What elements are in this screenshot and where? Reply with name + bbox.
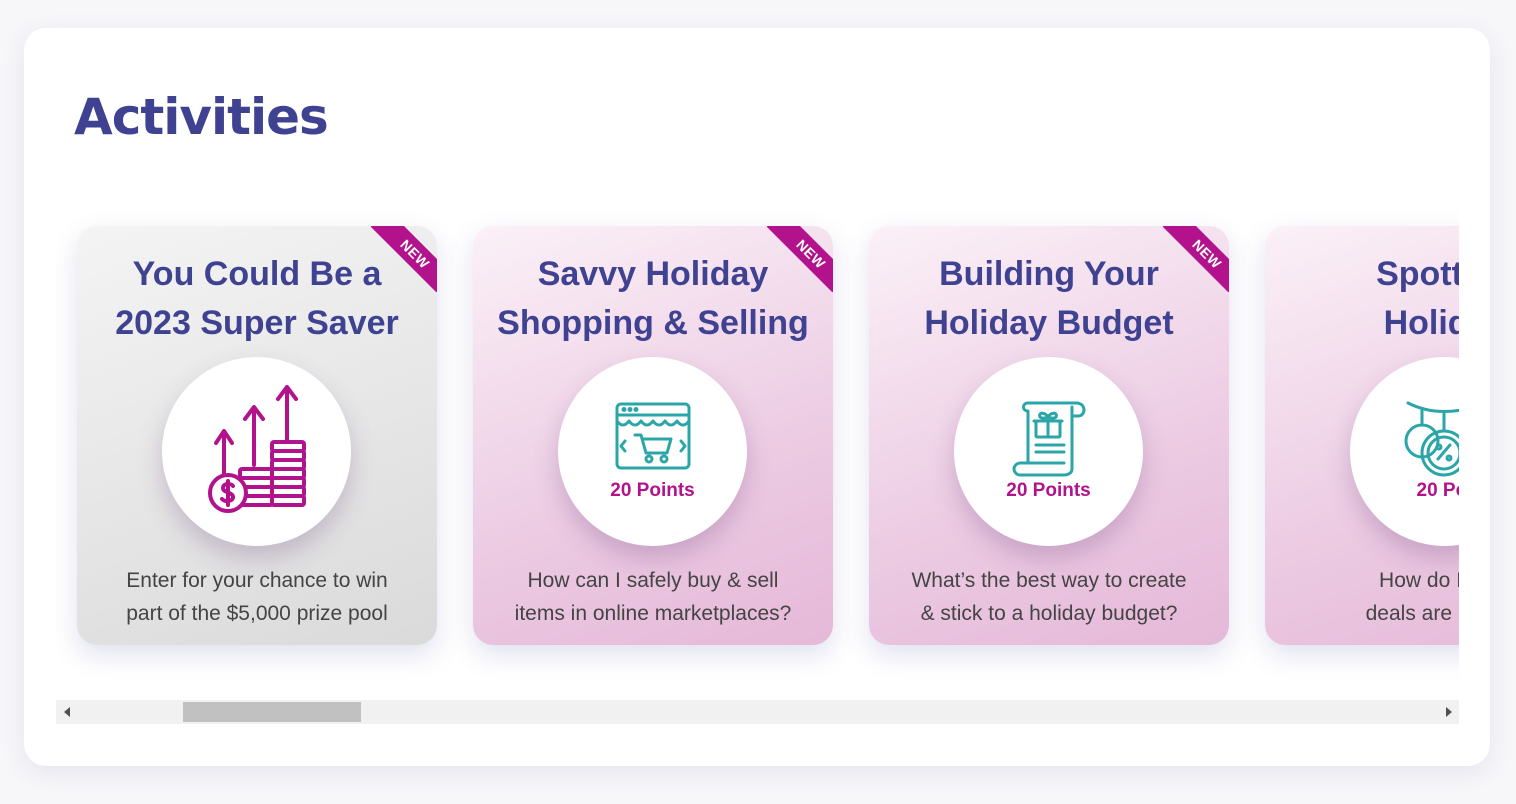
card-description: How can I safely buy & sell items in onl… xyxy=(473,564,833,630)
new-badge-label: NEW xyxy=(1163,226,1229,292)
card-description-line: How do I tell if xyxy=(1379,569,1459,592)
activity-icon-circle xyxy=(162,357,351,546)
card-title-line: Spotting xyxy=(1376,255,1459,293)
online-store-cart-icon xyxy=(615,402,691,470)
card-description-line: deals are really s xyxy=(1365,602,1459,625)
scroll-left-arrow-icon[interactable] xyxy=(56,700,78,724)
activity-card-super-saver[interactable]: You Could Be a 2023 Super Saver NEW Ente… xyxy=(77,226,437,645)
card-description: What’s the best way to create & stick to… xyxy=(869,564,1229,630)
points-label: 20 Points xyxy=(1006,480,1091,501)
card-description: Enter for your chance to win part of the… xyxy=(77,564,437,630)
activity-card-savvy-shopping[interactable]: Savvy Holiday Shopping & Selling NEW 20 … xyxy=(473,226,833,645)
card-title-line: Holiday xyxy=(1383,304,1459,342)
activity-card-holiday-budget[interactable]: Building Your Holiday Budget NEW 20 Poin… xyxy=(869,226,1229,645)
gift-scroll-icon xyxy=(1012,401,1086,477)
activity-card-holiday-deals[interactable]: Spotting Holiday 20 Poi How do I tell if… xyxy=(1265,226,1459,645)
card-description: How do I tell if deals are really s xyxy=(1265,564,1459,630)
horizontal-scrollbar[interactable] xyxy=(56,700,1459,724)
card-description-line: What’s the best way to create xyxy=(911,569,1187,592)
activity-icon-circle: 20 Points xyxy=(954,357,1143,546)
section-title: Activities xyxy=(74,88,329,146)
new-badge-label: NEW xyxy=(371,226,437,292)
rising-coins-dollar-icon xyxy=(208,385,306,513)
card-title: Spotting Holiday xyxy=(1265,250,1459,348)
discount-tags-icon xyxy=(1404,401,1459,477)
card-description-line: items in online marketplaces? xyxy=(514,602,792,625)
card-description-line: part of the $5,000 prize pool xyxy=(126,602,388,625)
new-badge-label: NEW xyxy=(767,226,833,292)
scroll-right-arrow-icon[interactable] xyxy=(1437,700,1459,724)
points-label: 20 Poi xyxy=(1416,480,1460,501)
activity-icon-circle: 20 Points xyxy=(558,357,747,546)
card-title-line: Holiday Budget xyxy=(924,304,1174,342)
card-title-line: 2023 Super Saver xyxy=(115,304,399,342)
scrollbar-thumb[interactable] xyxy=(183,702,361,722)
card-description-line: Enter for your chance to win xyxy=(126,569,388,592)
card-description-line: How can I safely buy & sell xyxy=(527,569,779,592)
new-badge: NEW xyxy=(371,226,437,292)
new-badge: NEW xyxy=(1163,226,1229,292)
activity-icon-circle: 20 Poi xyxy=(1350,357,1459,546)
card-title-line: Shopping & Selling xyxy=(497,304,809,342)
new-badge: NEW xyxy=(767,226,833,292)
activities-carousel[interactable]: You Could Be a 2023 Super Saver NEW Ente… xyxy=(56,195,1459,700)
points-label: 20 Points xyxy=(610,480,695,501)
card-description-line: & stick to a holiday budget? xyxy=(920,602,1178,625)
